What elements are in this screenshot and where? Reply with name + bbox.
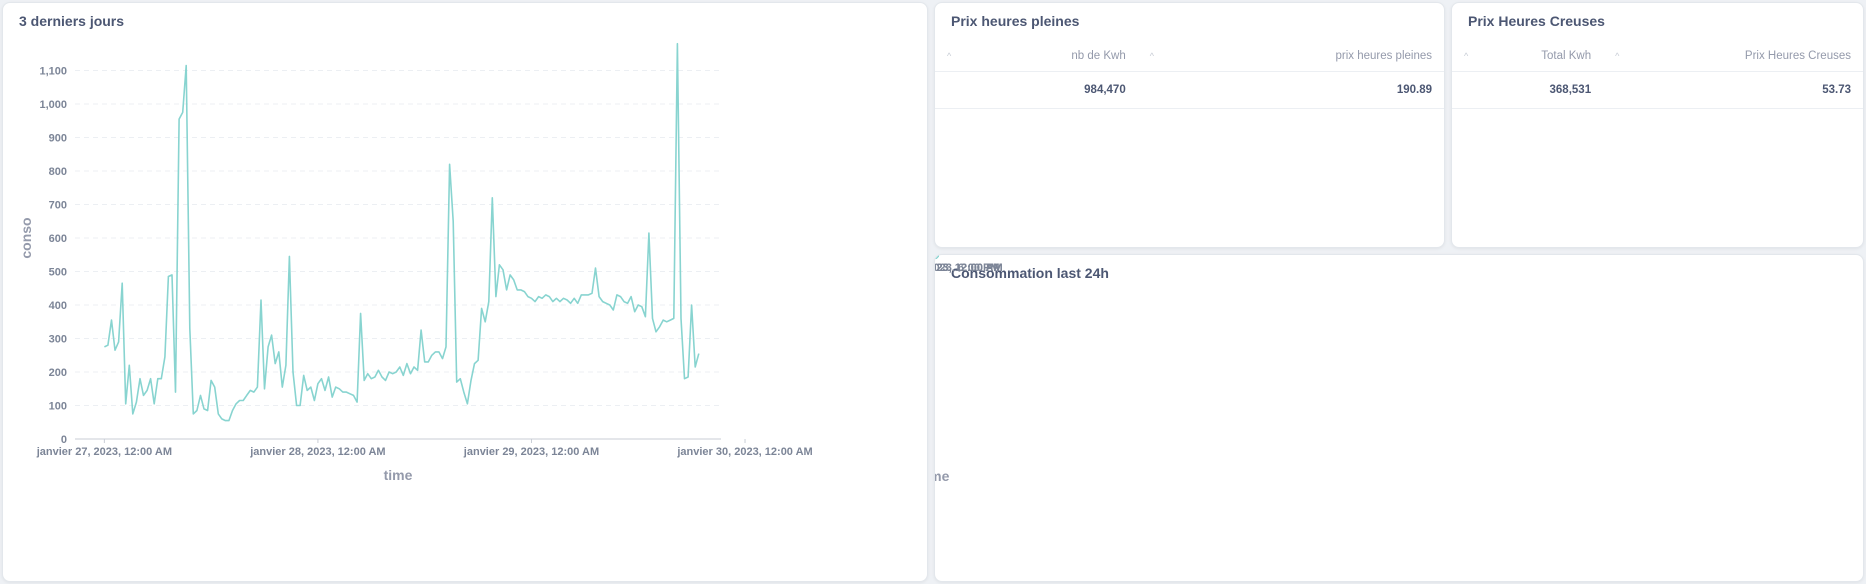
series-line — [104, 42, 700, 422]
y-tick-label: 1,100 — [39, 66, 67, 78]
card-title[interactable]: Prix Heures Creuses — [1468, 13, 1605, 29]
sort-icon[interactable]: ^ — [1150, 50, 1154, 62]
column-header-prix-heures-pleines[interactable]: ^ prix heures pleines — [1137, 41, 1444, 72]
table-cell: 368,531 — [1452, 71, 1604, 109]
y-axis-title: conso — [18, 217, 34, 258]
column-header-nb-de-kwh[interactable]: ^ nb de Kwh — [935, 41, 1138, 72]
table-row: 368,531 53.73 — [1452, 71, 1863, 109]
y-tick-label: 900 — [49, 133, 67, 145]
x-axis-title: time — [935, 468, 950, 484]
table-header-row: ^ Total Kwh ^ Prix Heures Creuses — [1452, 41, 1863, 72]
y-tick-label: 200 — [49, 367, 67, 379]
chart-card-consommation-last-24h: Consommation last 24h 010020030040050060… — [934, 254, 1864, 582]
data-point — [935, 255, 939, 259]
table-cell: 984,470 — [935, 71, 1138, 109]
column-header-label: prix heures pleines — [1335, 50, 1432, 62]
sort-icon[interactable]: ^ — [947, 50, 951, 62]
column-header-prix-heures-creuses[interactable]: ^ Prix Heures Creuses — [1603, 41, 1863, 72]
y-tick-label: 600 — [49, 233, 67, 245]
y-tick-label: 100 — [49, 401, 67, 413]
y-tick-label: 0 — [61, 434, 67, 446]
y-tick-label: 400 — [49, 300, 67, 312]
y-tick-label: 800 — [49, 166, 67, 178]
x-tick-label: janvier 30, 2023, 12:00 AM — [935, 262, 1003, 274]
sort-icon[interactable]: ^ — [1464, 50, 1468, 62]
y-tick-label: 700 — [49, 200, 67, 212]
table-header-row: ^ nb de Kwh ^ prix heures pleines — [935, 41, 1444, 72]
y-tick-label: 300 — [49, 334, 67, 346]
column-header-label: nb de Kwh — [1071, 50, 1126, 62]
x-tick-label: janvier 29, 2023, 12:00 AM — [463, 446, 599, 458]
sort-icon[interactable]: ^ — [1615, 50, 1619, 62]
table-cell: 190.89 — [1137, 71, 1444, 109]
table-cell: 53.73 — [1603, 71, 1863, 109]
column-header-total-kwh[interactable]: ^ Total Kwh — [1452, 41, 1604, 72]
data-table: ^ nb de Kwh ^ prix heures pleines 984,47… — [935, 41, 1444, 109]
x-tick-label: janvier 30, 2023, 12:00 AM — [676, 446, 812, 458]
x-tick-label: janvier 28, 2023, 12:00 AM — [249, 446, 385, 458]
chart-card-3-derniers-jours: 3 derniers jours 0 100 200 300 400 500 600 700 8… — [2, 2, 928, 582]
table-row: 984,470 190.89 — [935, 71, 1444, 109]
table-card-prix-heures-pleines: Prix heures pleines ^ nb de Kwh ^ prix h… — [934, 2, 1445, 248]
line-chart-consommation-last-24h: 01002003004005006007008009001,0001,100ja… — [935, 255, 1003, 484]
y-tick-label: 1,000 — [39, 99, 67, 111]
x-tick-label: janvier 27, 2023, 12:00 AM — [36, 446, 172, 458]
column-header-label: Prix Heures Creuses — [1744, 50, 1851, 62]
x-axis-title: time — [384, 467, 413, 483]
table-card-prix-heures-creuses: Prix Heures Creuses ^ Total Kwh ^ Prix H… — [1451, 2, 1864, 248]
data-table: ^ Total Kwh ^ Prix Heures Creuses 368,53… — [1452, 41, 1863, 109]
y-tick-label: 500 — [49, 267, 67, 279]
column-header-label: Total Kwh — [1541, 50, 1592, 62]
card-title[interactable]: Prix heures pleines — [951, 13, 1079, 29]
line-chart-3-derniers-jours: 0 100 200 300 400 500 600 700 800 900 1,000 1,100 ja… — [18, 42, 813, 483]
